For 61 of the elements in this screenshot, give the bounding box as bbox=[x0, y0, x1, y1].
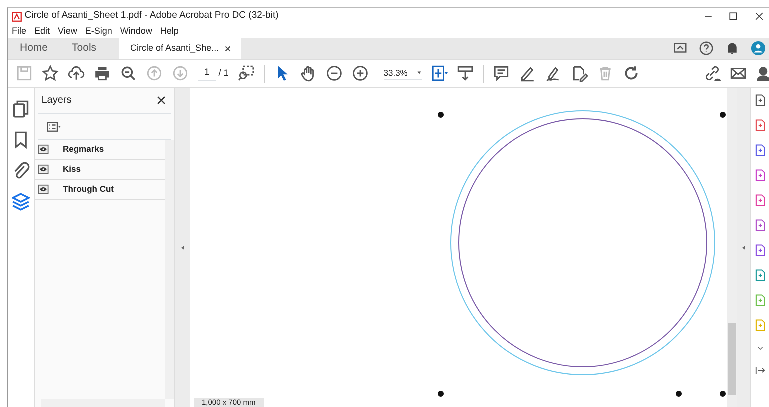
close-icon[interactable] bbox=[225, 46, 232, 52]
account-icon[interactable] bbox=[751, 41, 766, 56]
menu-item[interactable]: View bbox=[58, 24, 78, 38]
eye-icon[interactable] bbox=[38, 144, 49, 155]
hand-icon[interactable] bbox=[300, 65, 317, 82]
rotate-icon[interactable] bbox=[622, 65, 640, 82]
eye-icon[interactable] bbox=[38, 164, 49, 175]
window-title: Circle of Asanti_Sheet 1.pdf - Adobe Acrobat Pro DC (32-bit) bbox=[24, 9, 280, 24]
eye-icon[interactable] bbox=[38, 184, 49, 195]
tab[interactable]: Tools bbox=[60, 38, 109, 59]
zoom-out-icon[interactable] bbox=[326, 65, 343, 82]
menu-item[interactable]: Edit bbox=[34, 24, 50, 38]
signature-pen-icon[interactable] bbox=[544, 65, 562, 82]
caret-icon bbox=[416, 71, 422, 75]
layer-icon[interactable] bbox=[12, 193, 30, 211]
selection-handle[interactable] bbox=[676, 391, 682, 397]
layer-name[interactable]: Regmarks bbox=[63, 143, 104, 156]
scrollbar[interactable] bbox=[727, 88, 737, 407]
stamp-edit-icon[interactable] bbox=[570, 65, 588, 82]
menu-item[interactable]: E-Sign bbox=[85, 24, 112, 38]
add-file-icon[interactable] bbox=[754, 169, 766, 182]
maximize-icon[interactable] bbox=[729, 12, 738, 21]
bookmark-icon[interactable] bbox=[12, 131, 30, 149]
page-number-field[interactable]: 1 bbox=[198, 66, 216, 81]
page-count: / 1 bbox=[218, 66, 229, 80]
tab[interactable]: Home bbox=[8, 38, 60, 59]
zoom-search-icon[interactable] bbox=[120, 65, 137, 82]
star-icon[interactable] bbox=[42, 65, 59, 82]
page-icon[interactable] bbox=[12, 100, 30, 118]
file-icon[interactable] bbox=[754, 219, 766, 232]
panel-title: Layers bbox=[42, 94, 72, 108]
menu-item[interactable]: Window bbox=[120, 24, 152, 38]
tab[interactable]: Circle of Asanti_She... bbox=[118, 38, 241, 59]
selection-handle[interactable] bbox=[438, 391, 444, 397]
selection-handle[interactable] bbox=[720, 112, 726, 118]
close-icon[interactable] bbox=[754, 12, 764, 21]
scrollbar[interactable] bbox=[165, 140, 174, 399]
fit-page-icon[interactable] bbox=[430, 65, 448, 82]
mail-icon[interactable] bbox=[730, 65, 747, 82]
menu-item[interactable]: Help bbox=[160, 24, 179, 38]
help-icon[interactable] bbox=[699, 41, 714, 56]
highlighter-icon[interactable] bbox=[518, 65, 536, 82]
collapse-arrow-icon[interactable] bbox=[180, 244, 186, 252]
link-icon[interactable] bbox=[704, 65, 721, 82]
selection-handle[interactable] bbox=[438, 112, 444, 118]
cloud-upload-icon[interactable] bbox=[68, 65, 85, 82]
layer-name[interactable]: Kiss bbox=[63, 163, 81, 176]
share-screen-icon[interactable] bbox=[673, 41, 688, 56]
collapse-panel-icon[interactable] bbox=[754, 365, 766, 376]
attachment-icon[interactable] bbox=[12, 162, 30, 180]
selection-handle[interactable] bbox=[720, 391, 726, 397]
marquee-zoom-icon[interactable] bbox=[238, 65, 255, 82]
printer-icon[interactable] bbox=[94, 65, 111, 82]
zoom-in-icon[interactable] bbox=[352, 65, 369, 82]
close-icon[interactable] bbox=[156, 95, 168, 106]
scroll-mode-icon[interactable] bbox=[456, 65, 474, 82]
comment-icon[interactable] bbox=[492, 65, 510, 82]
menu-item[interactable]: File bbox=[12, 24, 27, 38]
zoom-dropdown[interactable]: 33.3% bbox=[384, 66, 422, 80]
layer-name[interactable]: Through Cut bbox=[63, 183, 114, 196]
expand-arrow-icon[interactable] bbox=[740, 244, 746, 252]
